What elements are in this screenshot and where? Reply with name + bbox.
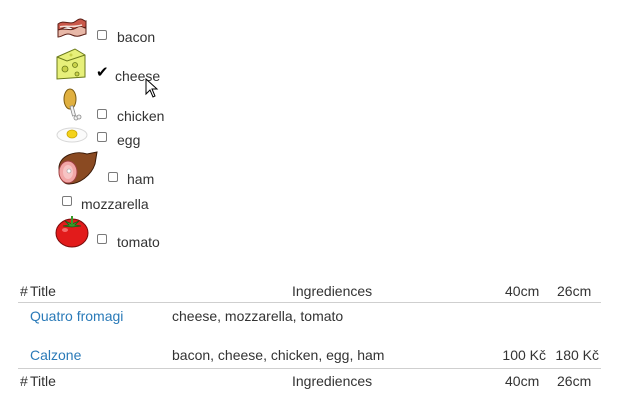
filter-label: ham xyxy=(127,171,155,187)
column-26cm: 26cm xyxy=(557,283,592,299)
column-40cm: 40cm xyxy=(505,373,540,389)
cheese-checkbox[interactable]: ✔ xyxy=(96,63,109,81)
tomato-icon xyxy=(55,214,89,251)
checkmark-icon: ✔ xyxy=(96,63,109,81)
ham-icon xyxy=(55,150,99,189)
column-hash: # xyxy=(20,283,28,299)
bacon-icon xyxy=(56,18,88,45)
column-hash: # xyxy=(20,373,28,389)
filter-label: chicken xyxy=(117,108,165,124)
column-26cm: 26cm xyxy=(557,373,592,389)
header-divider xyxy=(18,302,601,303)
ham-checkbox[interactable] xyxy=(108,172,118,182)
filter-label: egg xyxy=(117,132,141,148)
footer-divider xyxy=(18,368,601,369)
column-ingredients: Ingrediences xyxy=(292,283,373,299)
column-40cm: 40cm xyxy=(505,283,540,299)
bacon-checkbox[interactable] xyxy=(97,30,107,40)
mozzarella-checkbox[interactable] xyxy=(62,196,72,206)
filter-label: tomato xyxy=(117,234,160,250)
tomato-checkbox[interactable] xyxy=(97,234,107,244)
chicken-leg-icon xyxy=(60,88,84,125)
fried-egg-icon xyxy=(56,127,88,146)
price-40cm: 100 Kč xyxy=(502,347,546,363)
egg-checkbox[interactable] xyxy=(97,132,107,142)
pizza-title-link[interactable]: Calzone xyxy=(30,347,81,363)
pizza-ingredients: bacon, cheese, chicken, egg, ham xyxy=(172,347,385,363)
chicken-checkbox[interactable] xyxy=(97,109,107,119)
mouse-cursor-icon xyxy=(145,77,159,101)
pizza-title-link[interactable]: Quatro fromagi xyxy=(30,308,123,324)
pizza-ingredients: cheese, mozzarella, tomato xyxy=(172,308,344,324)
filter-label: bacon xyxy=(117,29,156,45)
column-ingredients: Ingrediences xyxy=(292,373,373,389)
cheese-icon xyxy=(55,47,87,84)
column-title: Title xyxy=(30,283,56,299)
column-title: Title xyxy=(30,373,56,389)
filter-label: mozzarella xyxy=(81,196,149,212)
price-26cm: 180 Kč xyxy=(555,347,599,363)
